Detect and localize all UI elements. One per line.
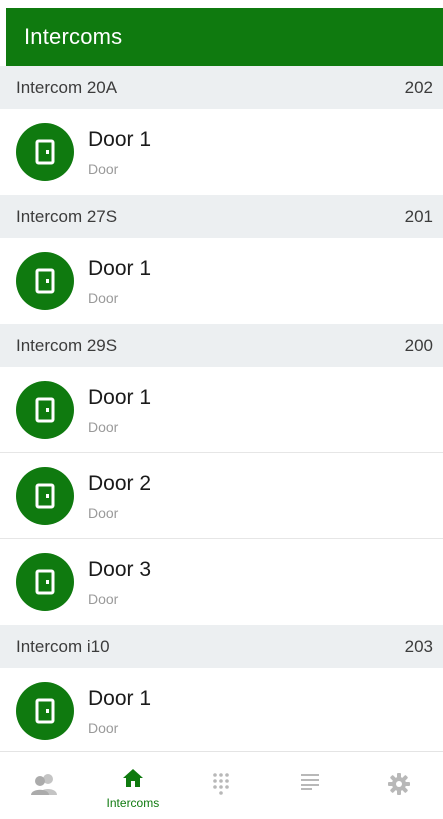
- nav-intercoms[interactable]: Intercoms: [93, 752, 173, 819]
- dialpad-icon: [212, 772, 230, 801]
- intercom-number: 202: [404, 77, 433, 97]
- door-type: Door: [88, 720, 119, 736]
- list-icon: [300, 772, 320, 795]
- status-strip: [0, 0, 443, 8]
- door-icon: [16, 123, 74, 181]
- door-list-item[interactable]: Door 1 Door: [0, 238, 443, 324]
- door-list-item[interactable]: Door 1 Door: [0, 367, 443, 453]
- door-icon: [16, 553, 74, 611]
- nav-keypad[interactable]: [181, 752, 261, 819]
- intercom-group-header: Intercom 20A 202: [0, 66, 443, 109]
- door-name: Door 1: [88, 128, 152, 151]
- door-list-item[interactable]: Door 1 Door: [0, 668, 443, 754]
- door-name: Door 3: [88, 558, 152, 581]
- intercom-name: Intercom 29S: [16, 335, 118, 355]
- intercom-name: Intercom 20A: [16, 77, 118, 97]
- door-type: Door: [88, 161, 119, 177]
- intercom-number: 200: [404, 335, 433, 355]
- intercom-number: 201: [404, 206, 433, 226]
- page-title: Intercoms: [24, 24, 123, 49]
- door-icon: [16, 466, 74, 525]
- nav-log[interactable]: [270, 752, 350, 819]
- door-list-item[interactable]: Door 3 Door: [0, 539, 443, 625]
- door-icon: [16, 380, 74, 439]
- door-icon: [16, 682, 74, 740]
- intercom-name: Intercom i10: [16, 636, 110, 656]
- door-type: Door: [88, 290, 119, 306]
- door-icon: [16, 252, 74, 310]
- door-type: Door: [88, 591, 119, 607]
- door-name: Door 1: [88, 257, 152, 280]
- intercom-group-header: Intercom 29S 200: [0, 324, 443, 367]
- intercom-number: 203: [404, 636, 433, 656]
- intercom-group-header: Intercom i10 203: [0, 625, 443, 668]
- door-list-item[interactable]: Door 1 Door: [0, 109, 443, 195]
- door-name: Door 1: [88, 385, 152, 409]
- door-type: Door: [88, 418, 119, 435]
- home-icon: [122, 768, 144, 793]
- intercom-name: Intercom 27S: [16, 206, 118, 226]
- nav-settings[interactable]: [359, 752, 439, 819]
- contacts-icon: [30, 772, 58, 801]
- door-type: Door: [88, 504, 119, 521]
- door-name: Door 2: [88, 471, 152, 495]
- gear-icon: [387, 772, 411, 801]
- nav-contacts[interactable]: [4, 752, 84, 819]
- bottom-nav: Intercoms: [0, 751, 443, 819]
- intercom-group-header: Intercom 27S 201: [0, 195, 443, 238]
- door-name: Door 1: [88, 687, 152, 710]
- app-bar: Intercoms: [6, 8, 443, 66]
- door-list-item[interactable]: Door 2 Door: [0, 453, 443, 539]
- nav-intercoms-label: Intercoms: [106, 796, 160, 810]
- intercom-list[interactable]: Intercom 20A 202 Door 1 Door Intercom 27…: [0, 66, 443, 754]
